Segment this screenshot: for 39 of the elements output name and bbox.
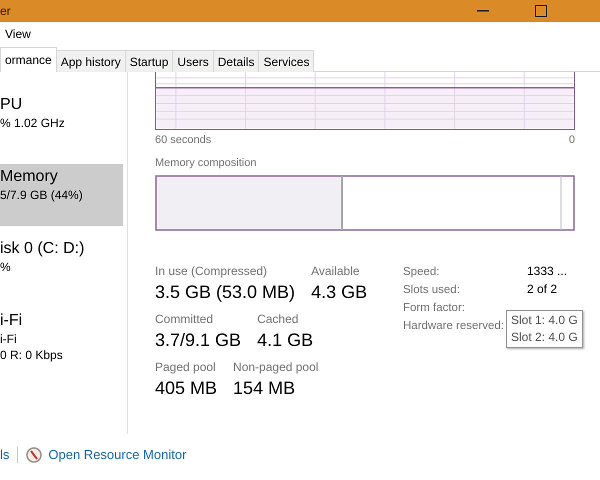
- resource-monitor-link[interactable]: Open Resource Monitor: [26, 445, 186, 465]
- axis-label: 60 seconds: [155, 133, 212, 148]
- stat-value: 3.7/9.1 GB: [155, 329, 242, 352]
- sidebar-item[interactable]: PU % 1.02 GHz: [0, 92, 123, 154]
- window-title: er: [0, 3, 11, 20]
- tab[interactable]: ormance: [0, 47, 57, 72]
- tooltip: Slot 1: 4.0 G Slot 2: 4.0 G: [506, 310, 583, 348]
- stat-label: Committed: [155, 311, 214, 327]
- tab[interactable]: Users: [172, 50, 214, 72]
- stat-label: Cached: [257, 311, 300, 327]
- stat-value: 3.5 GB (53.0 MB): [155, 281, 296, 304]
- detail-label: Speed:: [403, 266, 440, 278]
- menu-item[interactable]: View: [2, 25, 34, 43]
- stat-label: In use (Compressed): [155, 263, 268, 279]
- minimize-icon[interactable]: [477, 10, 489, 12]
- detail-value: 1333 ...: [527, 263, 568, 280]
- sidebar-item[interactable]: i-Fi i-Fi 0 R: 0 Kbps: [0, 308, 123, 370]
- chart-title: Memory composition: [155, 156, 258, 170]
- stat-value: 154 MB: [233, 377, 296, 400]
- gauge-icon: [26, 447, 42, 463]
- detail-label: Slots used:: [403, 284, 460, 296]
- stat-label: Available: [311, 263, 361, 279]
- maximize-icon[interactable]: [535, 5, 547, 17]
- sidebar-item[interactable]: isk 0 (C: D:) %: [0, 236, 123, 298]
- stat-value: 4.1 GB: [257, 329, 314, 352]
- stat-label: Non-paged pool: [233, 359, 318, 375]
- tab[interactable]: Startup: [124, 50, 174, 72]
- stat-value: 4.3 GB: [311, 281, 368, 304]
- stat-value: 405 MB: [155, 377, 218, 400]
- detail-label: Hardware reserved:: [403, 320, 504, 332]
- tab[interactable]: App history: [56, 50, 126, 72]
- sidebar-item[interactable]: Memory 5/7.9 GB (44%): [0, 164, 123, 226]
- stat-label: Paged pool: [155, 359, 217, 375]
- tab[interactable]: Details: [212, 50, 260, 72]
- detail-value: 2 of 2: [527, 281, 558, 298]
- tab[interactable]: Services: [258, 50, 314, 72]
- axis-label: 0: [568, 133, 575, 148]
- fewer-details-link[interactable]: ls: [0, 445, 10, 465]
- detail-label: Form factor:: [403, 302, 465, 314]
